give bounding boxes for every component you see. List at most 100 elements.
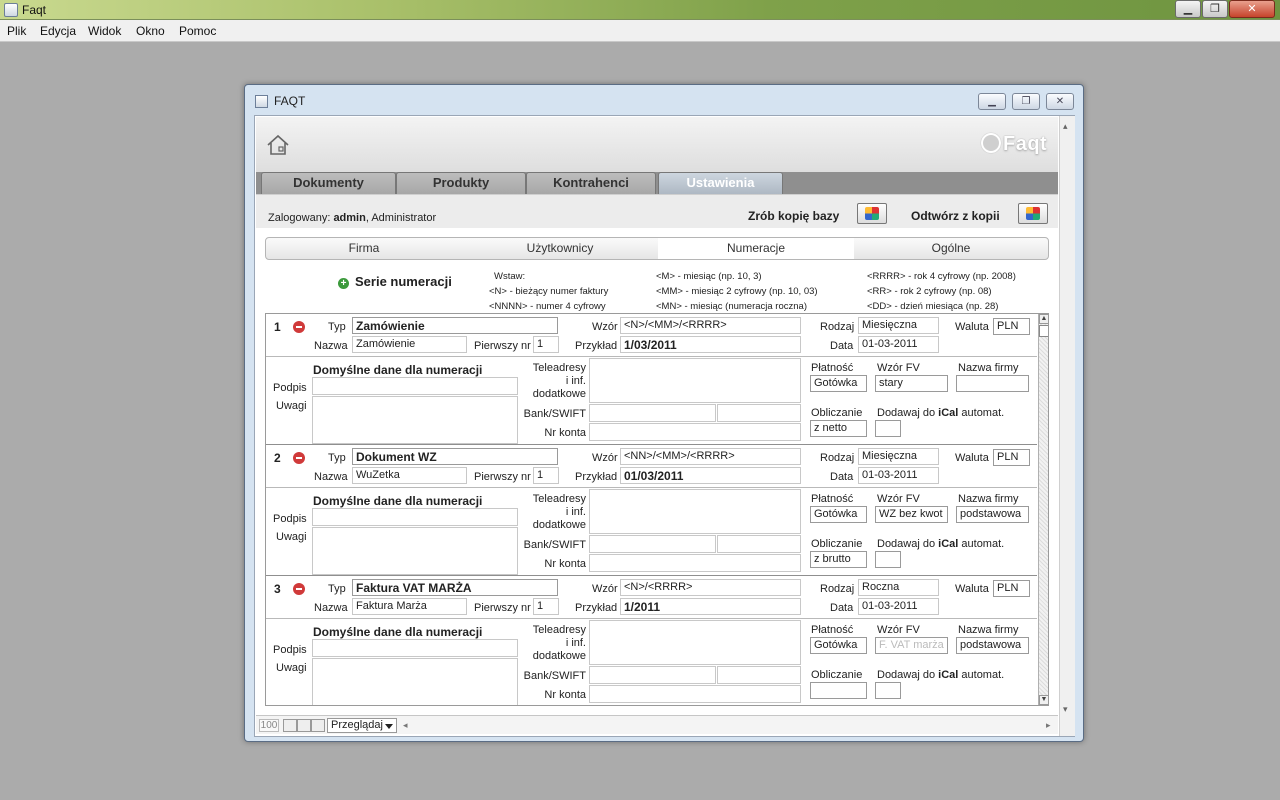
pierwszy-field[interactable]: 1 (533, 336, 559, 353)
obliczanie-field[interactable]: z netto (810, 420, 867, 437)
bank-field[interactable] (589, 666, 716, 684)
bank-field[interactable] (589, 404, 716, 422)
ical-checkbox[interactable] (875, 420, 901, 437)
table-icon[interactable] (311, 719, 325, 732)
faqt-window: FAQT ▁ ❐ ✕ Faqt Dokumenty Produkty Kontr… (244, 84, 1084, 742)
subtab-numeracje[interactable]: Numeracje (658, 238, 854, 259)
wzorfv-field[interactable]: WZ bez kwot (875, 506, 948, 523)
typ-field[interactable]: Zamówienie (352, 317, 558, 334)
swift-field[interactable] (717, 666, 801, 684)
swift-field[interactable] (717, 535, 801, 553)
view-mode-select[interactable]: Przeglądaj (327, 718, 397, 733)
rodzaj-field[interactable]: Roczna (858, 579, 939, 596)
platnosc-label: Płatność (811, 362, 854, 374)
subtab-ogolne[interactable]: Ogólne (854, 238, 1048, 259)
restore-button[interactable] (1018, 203, 1048, 224)
obliczanie-field[interactable] (810, 682, 867, 699)
tab-kontrahenci[interactable]: Kontrahenci (526, 172, 656, 194)
nazwa-firmy-label: Nazwa firmy (958, 362, 1019, 374)
data-field[interactable]: 01-03-2011 (858, 336, 939, 353)
scroll-right-icon[interactable]: ▸ (1046, 720, 1051, 731)
waluta-field[interactable]: PLN (993, 318, 1030, 335)
nr-konta-field[interactable] (589, 685, 801, 703)
menu-edycja[interactable]: Edycja (40, 24, 76, 38)
chart-icon[interactable] (297, 719, 311, 732)
remove-record-icon[interactable] (293, 452, 305, 464)
subtab-uzytkownicy[interactable]: Użytkownicy (462, 238, 658, 259)
chevron-down-icon (385, 724, 393, 729)
platnosc-field[interactable]: Gotówka (810, 637, 867, 654)
uwagi-field[interactable] (312, 527, 518, 575)
window-maximize-icon[interactable]: ❐ (1012, 93, 1040, 110)
records-scrollbar[interactable]: ▲ ▼ (1038, 314, 1048, 705)
nr-konta-field[interactable] (589, 423, 801, 441)
bank-field[interactable] (589, 535, 716, 553)
ical-checkbox[interactable] (875, 682, 901, 699)
close-icon[interactable]: ✕ (1229, 0, 1275, 18)
scroll-up-icon[interactable]: ▲ (1039, 314, 1048, 324)
ical-label: Dodawaj do iCal automat. (877, 407, 1005, 419)
scroll-down-icon[interactable]: ▼ (1039, 695, 1048, 705)
rodzaj-field[interactable]: Miesięczna (858, 448, 939, 465)
menu-widok[interactable]: Widok (88, 24, 121, 38)
scroll-thumb[interactable] (1039, 325, 1048, 337)
wzor-field[interactable]: <N>/<MM>/<RRRR> (620, 317, 801, 334)
nazwa-firmy-field[interactable]: podstawowa (956, 506, 1029, 523)
window-scroll-down-icon[interactable]: ▾ (1063, 704, 1068, 715)
nazwa-firmy-field[interactable]: podstawowa (956, 637, 1029, 654)
layout-icon[interactable] (283, 719, 297, 732)
backup-button[interactable] (857, 203, 887, 224)
home-icon[interactable] (266, 133, 290, 157)
platnosc-label: Płatność (811, 493, 854, 505)
nazwa-field[interactable]: Zamówienie (352, 336, 467, 353)
zoom-level[interactable]: 100 (259, 719, 279, 732)
platnosc-field[interactable]: Gotówka (810, 375, 867, 392)
window-vscroll[interactable]: ▴ ▾ (1059, 116, 1075, 736)
minimize-icon[interactable]: ▁ (1175, 0, 1201, 18)
teleadresy-field[interactable] (589, 358, 801, 403)
uwagi-field[interactable] (312, 658, 518, 705)
nazwa-field[interactable]: Faktura Marża (352, 598, 467, 615)
window-close-icon[interactable]: ✕ (1046, 93, 1074, 110)
window-scroll-up-icon[interactable]: ▴ (1063, 121, 1068, 132)
menu-plik[interactable]: Plik (7, 24, 26, 38)
tab-produkty[interactable]: Produkty (396, 172, 526, 194)
typ-field[interactable]: Dokument WZ (352, 448, 558, 465)
obliczanie-field[interactable]: z brutto (810, 551, 867, 568)
wzorfv-field[interactable]: F. VAT marża (875, 637, 948, 654)
maximize-icon[interactable]: ❐ (1202, 0, 1228, 18)
subtab-firma[interactable]: Firma (266, 238, 462, 259)
ical-checkbox[interactable] (875, 551, 901, 568)
nr-konta-field[interactable] (589, 554, 801, 572)
window-minimize-icon[interactable]: ▁ (978, 93, 1006, 110)
remove-record-icon[interactable] (293, 321, 305, 333)
remove-record-icon[interactable] (293, 583, 305, 595)
swift-field[interactable] (717, 404, 801, 422)
wzorfv-field[interactable]: stary (875, 375, 948, 392)
scroll-left-icon[interactable]: ◂ (403, 720, 408, 731)
teleadresy-field[interactable] (589, 620, 801, 665)
podpis-field[interactable] (312, 508, 518, 526)
data-field[interactable]: 01-03-2011 (858, 598, 939, 615)
nazwa-firmy-field[interactable] (956, 375, 1029, 392)
platnosc-field[interactable]: Gotówka (810, 506, 867, 523)
rodzaj-field[interactable]: Miesięczna (858, 317, 939, 334)
data-field[interactable]: 01-03-2011 (858, 467, 939, 484)
tab-dokumenty[interactable]: Dokumenty (261, 172, 396, 194)
pierwszy-field[interactable]: 1 (533, 598, 559, 615)
wzor-field[interactable]: <N>/<RRRR> (620, 579, 801, 596)
tab-ustawienia[interactable]: Ustawienia (658, 172, 783, 194)
teleadresy-field[interactable] (589, 489, 801, 534)
waluta-field[interactable]: PLN (993, 580, 1030, 597)
add-serie-icon[interactable]: + (338, 278, 349, 289)
menu-okno[interactable]: Okno (136, 24, 165, 38)
menu-pomoc[interactable]: Pomoc (179, 24, 216, 38)
podpis-field[interactable] (312, 639, 518, 657)
podpis-field[interactable] (312, 377, 518, 395)
uwagi-field[interactable] (312, 396, 518, 444)
nazwa-field[interactable]: WuZetka (352, 467, 467, 484)
pierwszy-field[interactable]: 1 (533, 467, 559, 484)
waluta-field[interactable]: PLN (993, 449, 1030, 466)
typ-field[interactable]: Faktura VAT MARŻA (352, 579, 558, 596)
wzor-field[interactable]: <NN>/<MM>/<RRRR> (620, 448, 801, 465)
